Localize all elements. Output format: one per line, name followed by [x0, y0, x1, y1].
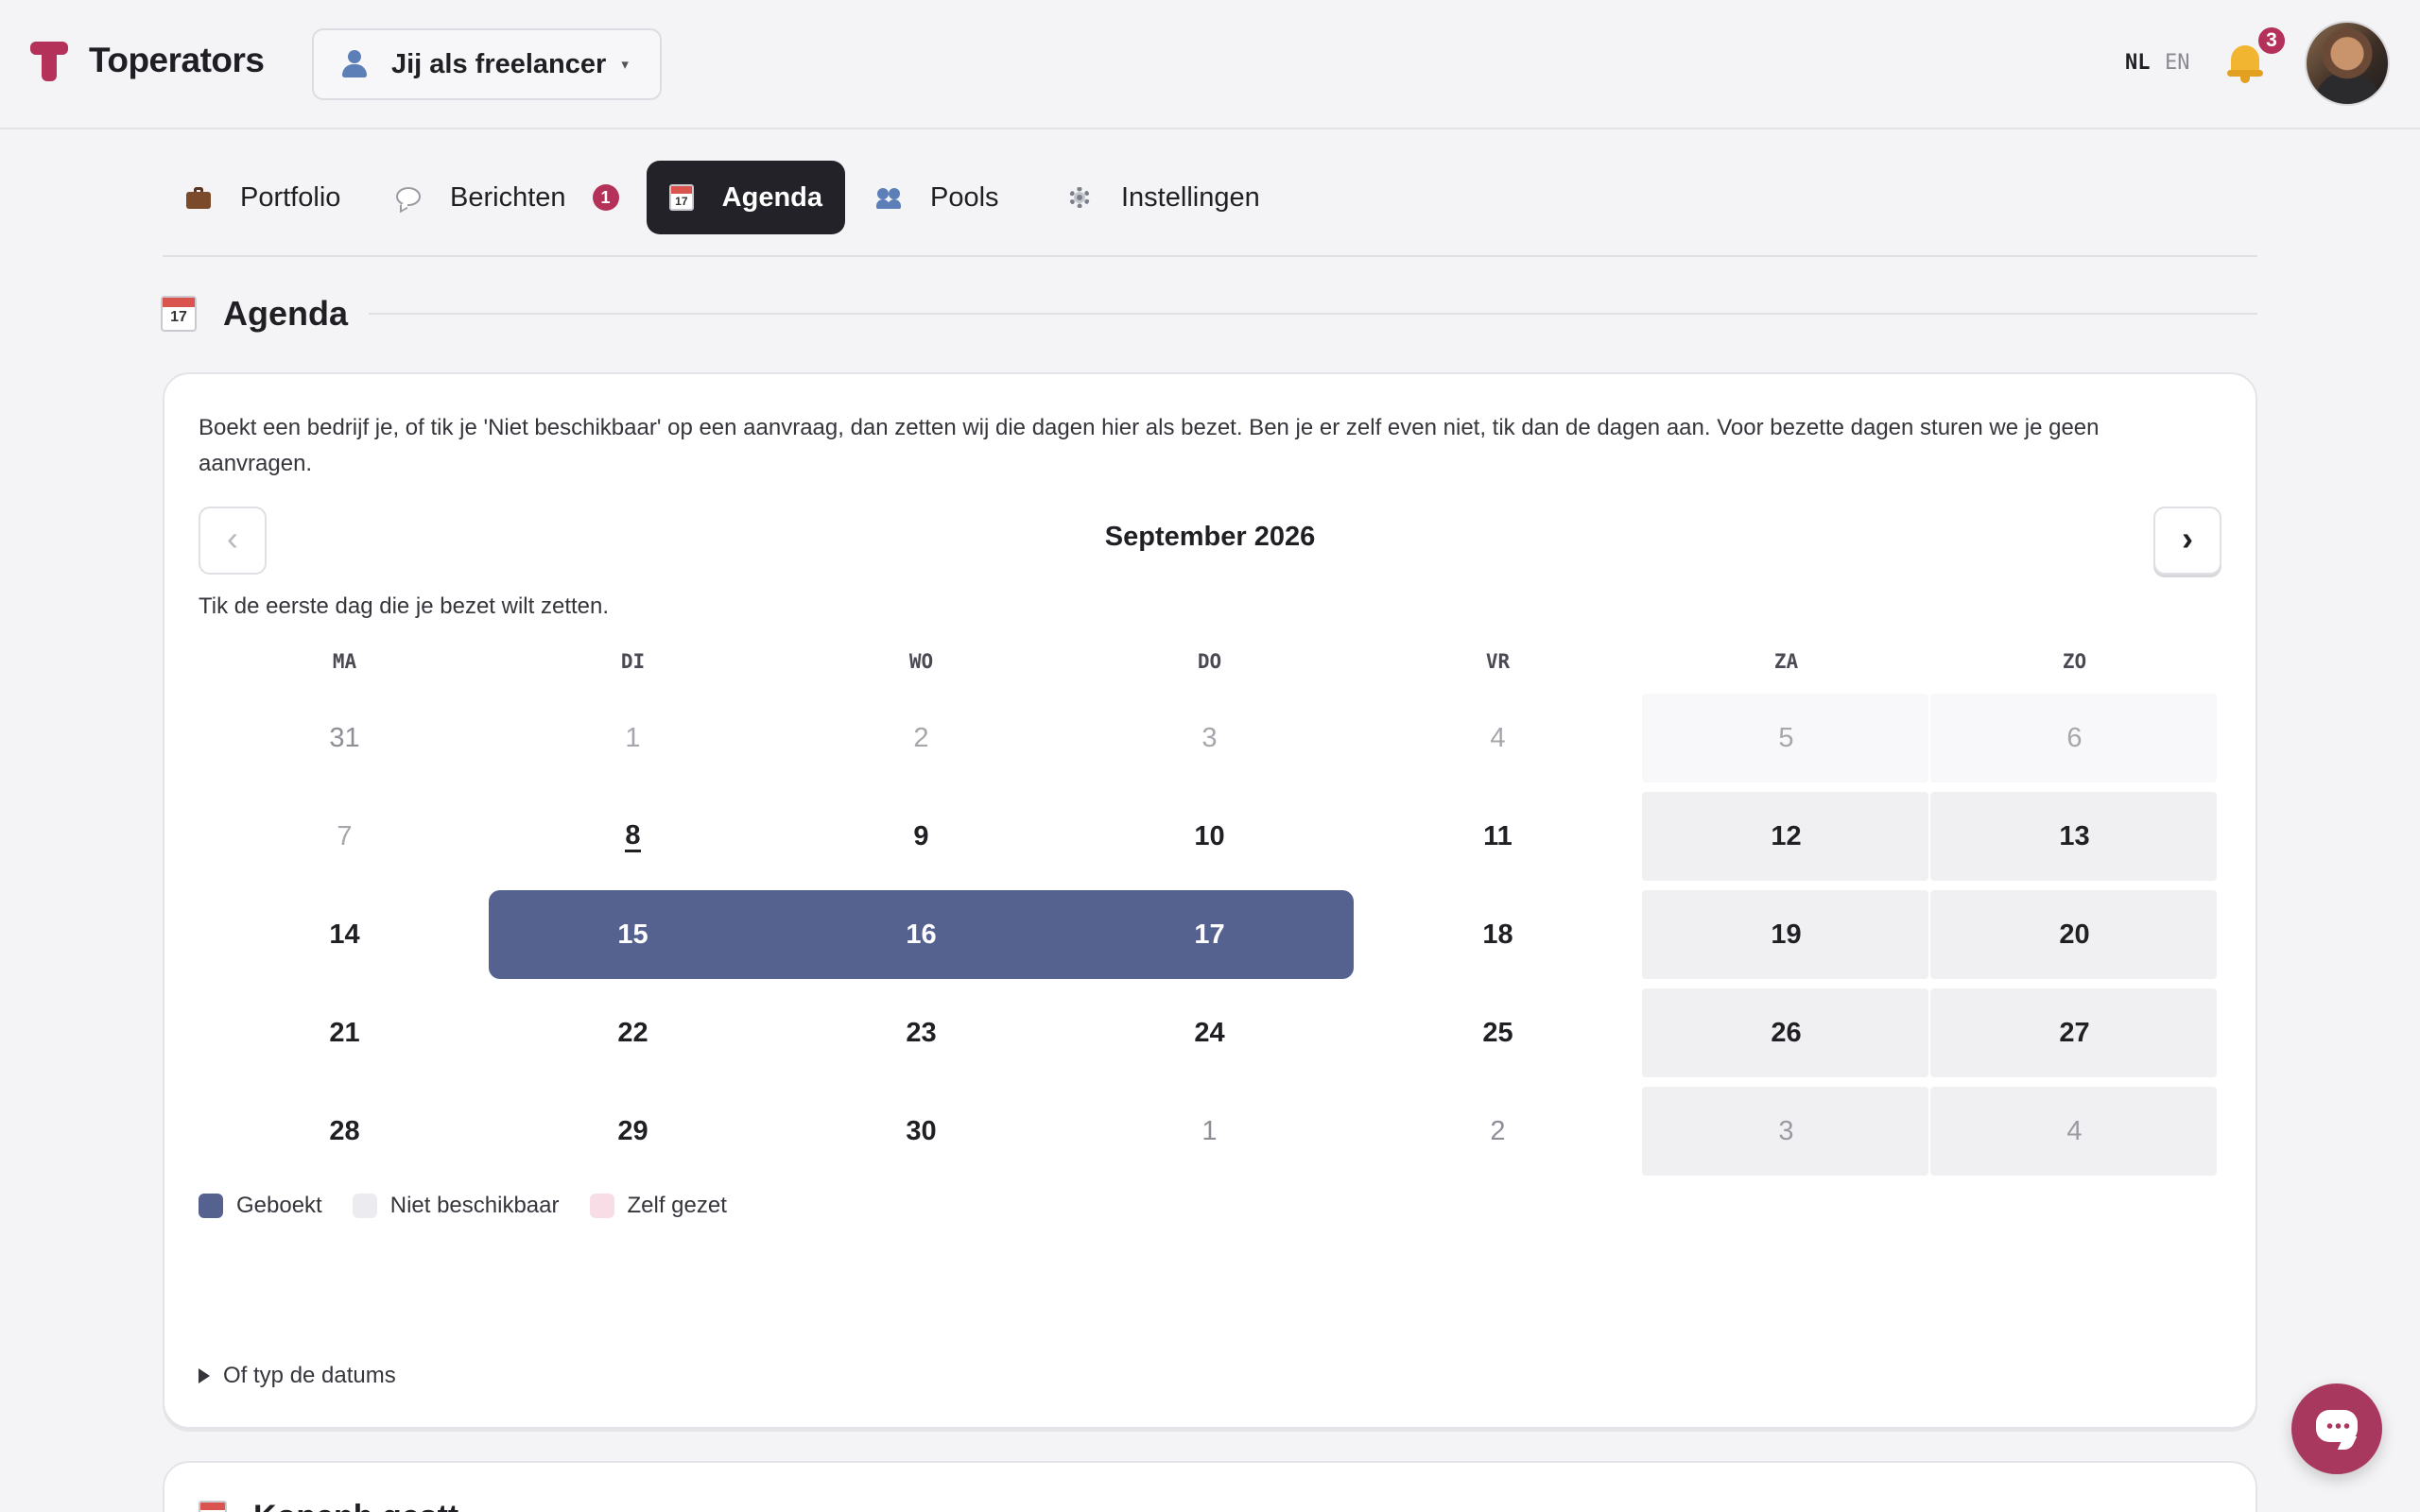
unread-count-badge: 1 [592, 184, 619, 211]
calendar-day[interactable]: 16 [777, 890, 1065, 979]
user-icon [340, 50, 369, 78]
tab-berichten[interactable]: Berichten 1 [372, 161, 642, 234]
legend-item-unavailable: Niet beschikbaar [352, 1193, 560, 1219]
legend-label: Zelf gezet [627, 1193, 727, 1218]
divider [369, 313, 2257, 315]
legend-swatch [352, 1194, 377, 1218]
calendar-day: 31 [329, 722, 360, 753]
page-title: Agenda [223, 294, 349, 333]
main-tabs: Portfolio Berichten 1 17 Agenda Pools In… [163, 159, 2257, 257]
calendar-day[interactable]: 3 [1065, 694, 1354, 782]
calendar-day[interactable]: 4 [1354, 694, 1642, 782]
calendar-day[interactable]: 28 [200, 1087, 489, 1176]
calendar-day[interactable]: 25 [1354, 988, 1642, 1077]
tab-pools[interactable]: Pools [853, 161, 1022, 234]
weekday-label: DI [620, 650, 646, 673]
selection-hint: Tik de eerste dag die je bezet wilt zett… [199, 593, 610, 619]
calendar-grid: 31 1 2 3 4 5 6 7 8 9 10 11 12 13 14 15 16 17 18 19 20 21 22 23 2… [200, 694, 2223, 1176]
tab-portfolio[interactable]: Portfolio [163, 161, 363, 234]
people-icon [875, 184, 902, 211]
calendar-day[interactable]: 18 [1354, 890, 1642, 979]
calendar-day[interactable]: 22 [489, 988, 777, 1077]
avatar[interactable] [2305, 21, 2390, 106]
role-selector[interactable]: Jij als freelancer ▾ [312, 28, 662, 100]
calendar-day[interactable]: 8 [489, 792, 777, 881]
calendar-day[interactable]: 17 [1065, 890, 1354, 979]
type-dates-label: Of typ de datums [223, 1363, 396, 1388]
calendar-day: 1 [1201, 1115, 1218, 1146]
calendar-icon: 17 [161, 296, 197, 332]
calendar-day[interactable]: 9 [777, 792, 1065, 881]
calendar-day: 4 [2066, 1115, 2083, 1146]
speech-bubble-icon [395, 184, 422, 214]
legend-swatch [589, 1194, 614, 1218]
calendar-day[interactable]: 2 [777, 694, 1065, 782]
calendar-day[interactable]: 29 [489, 1087, 777, 1176]
chat-button[interactable] [2291, 1383, 2382, 1474]
calendar-day[interactable]: 24 [1065, 988, 1354, 1077]
gear-icon [1066, 184, 1093, 211]
calendar-day[interactable]: 19 [1642, 890, 1930, 979]
legend-item-self-set: Zelf gezet [589, 1193, 727, 1219]
language-nl[interactable]: NL [2125, 51, 2151, 75]
chevron-down-icon: ▾ [621, 57, 629, 73]
weekday-label: MA [332, 650, 357, 673]
calendar-day[interactable]: 6 [1930, 694, 2219, 782]
app-name: Toperators [89, 41, 265, 79]
calendar-day[interactable]: 7 [200, 792, 489, 881]
legend-item-booked: Geboekt [199, 1193, 322, 1219]
calendar-day[interactable]: 21 [200, 988, 489, 1077]
calendar-day[interactable]: 15 [489, 890, 777, 979]
calendar-icon: 17 [669, 184, 694, 211]
language-en[interactable]: EN [2165, 51, 2190, 75]
weekday-label: VR [1485, 650, 1511, 673]
calendar-day[interactable]: 13 [1930, 792, 2219, 881]
tab-label: Berichten [450, 181, 566, 213]
weekday-label: ZO [2062, 650, 2087, 673]
tab-agenda[interactable]: 17 Agenda [647, 161, 845, 234]
calendar-day[interactable]: 10 [1065, 792, 1354, 881]
briefcase-icon [185, 184, 212, 211]
logo[interactable]: Toperators [30, 38, 265, 83]
calendar-day[interactable]: 27 [1930, 988, 2219, 1077]
weekday-label: ZA [1773, 650, 1799, 673]
month-title: September 2026 [1104, 522, 1316, 552]
top-bar: Toperators Jij als freelancer ▾ NL EN 3 [0, 0, 2420, 129]
tab-label: Instellingen [1121, 181, 1260, 213]
logo-mark-icon [30, 38, 68, 83]
calendar-day[interactable]: 1 [489, 694, 777, 782]
tab-label: Agenda [721, 181, 822, 213]
tab-instellingen[interactable]: Instellingen [1044, 161, 1283, 234]
weekday-label: DO [1197, 650, 1222, 673]
next-section-title: Kopenh gestt [253, 1499, 458, 1512]
section-header: 17 Agenda [161, 293, 2257, 335]
next-month-button[interactable]: › [2153, 507, 2221, 575]
legend-label: Niet beschikbaar [389, 1193, 560, 1218]
next-section-card: Kopenh gestt [163, 1461, 2257, 1512]
calendar-day: 3 [1778, 1115, 1794, 1146]
calendar-day[interactable]: 14 [200, 890, 489, 979]
weekday-header: MA DI WO DO VR ZA ZO [200, 650, 2223, 679]
agenda-intro-text: Boekt een bedrijf je, of tik je 'Niet be… [199, 415, 2100, 476]
role-selector-label: Jij als freelancer [391, 48, 607, 79]
calendar-day[interactable]: 26 [1642, 988, 1930, 1077]
calendar-day[interactable]: 30 [777, 1087, 1065, 1176]
tab-label: Pools [930, 181, 999, 213]
calendar-day[interactable]: 11 [1354, 792, 1642, 881]
calendar-icon [199, 1501, 227, 1512]
legend-label: Geboekt [236, 1193, 322, 1218]
agenda-card: Boekt een bedrijf je, of tik je 'Niet be… [163, 372, 2257, 1429]
tab-label: Portfolio [240, 181, 341, 213]
calendar-day[interactable]: 23 [777, 988, 1065, 1077]
calendar-legend: Geboekt Niet beschikbaar Zelf gezet [199, 1193, 757, 1219]
calendar-day[interactable]: 5 [1642, 694, 1930, 782]
calendar-day[interactable]: 12 [1642, 792, 1930, 881]
type-dates-toggle[interactable]: Of typ de datums [199, 1363, 396, 1389]
calendar-day: 2 [1490, 1115, 1506, 1146]
weekday-label: WO [908, 650, 934, 673]
disclosure-triangle-icon [199, 1368, 210, 1383]
notification-count-badge: 3 [2256, 25, 2288, 57]
legend-swatch [199, 1194, 223, 1218]
calendar-day[interactable]: 20 [1930, 890, 2219, 979]
